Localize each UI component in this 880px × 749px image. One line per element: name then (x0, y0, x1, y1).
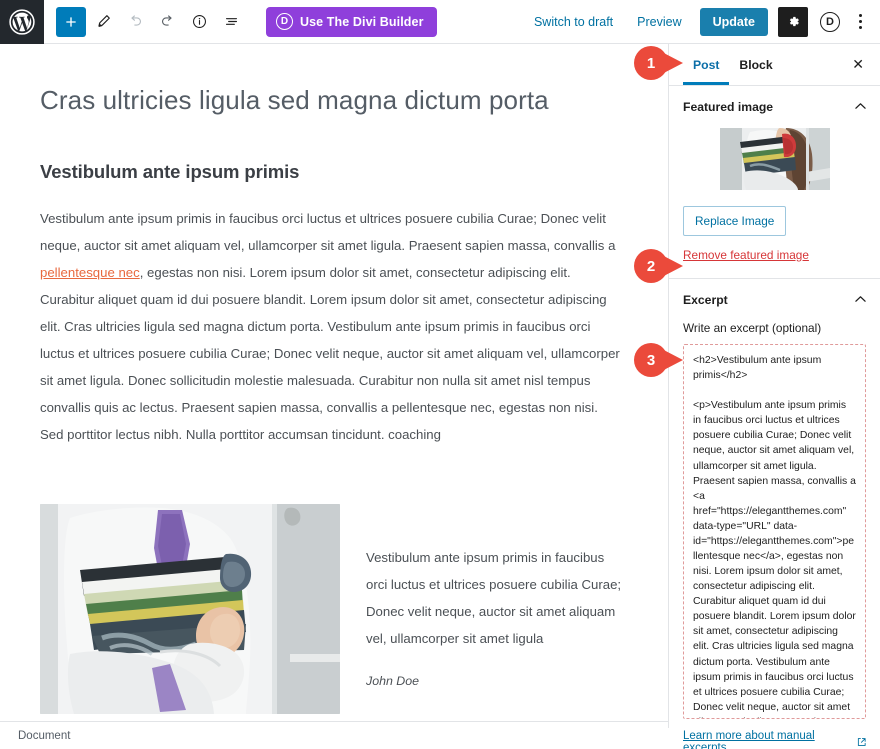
gear-icon (789, 16, 799, 27)
redo-button[interactable] (152, 7, 182, 37)
divi-button-label: Use The Divi Builder (300, 14, 424, 29)
editor-status-bar: Document (0, 721, 668, 749)
external-link-icon (857, 738, 866, 746)
wordpress-logo-icon (9, 8, 35, 35)
breadcrumb[interactable]: Document (18, 730, 70, 742)
list-view-icon (225, 18, 237, 25)
pellentesque-nec-link[interactable]: pellentesque nec (40, 265, 140, 280)
editor-canvas[interactable]: Cras ultricies ligula sed magna dictum p… (0, 44, 668, 728)
media-image[interactable] (40, 504, 340, 715)
wordpress-block-editor: D Use The Divi Builder Switch to draft P… (0, 0, 880, 749)
undo-button[interactable] (120, 7, 150, 37)
divi-toggle-button[interactable]: D (820, 11, 840, 32)
use-divi-builder-button[interactable]: D Use The Divi Builder (266, 6, 437, 37)
student-holding-books-photo (40, 504, 340, 715)
toolbar-left-group: D Use The Divi Builder (44, 6, 437, 37)
replace-image-button[interactable]: Replace Image (683, 206, 787, 236)
callout-bubble: 3 (634, 343, 668, 377)
callout-marker-3: 3 (634, 343, 686, 377)
chevron-up-icon[interactable] (855, 295, 866, 306)
chevron-up-glyph (855, 102, 866, 109)
paragraph-text-part-2: , egestas non nisi. Lorem ipsum dolor si… (40, 264, 620, 442)
more-options-button[interactable] (848, 8, 872, 36)
plus-icon (66, 16, 76, 27)
paragraph-block[interactable]: Vestibulum ante ipsum primis in faucibus… (40, 205, 620, 449)
kebab-dot (858, 14, 862, 17)
wordpress-logo-button[interactable] (0, 0, 44, 44)
info-icon (192, 15, 206, 28)
excerpt-title: Excerpt (683, 293, 728, 307)
featured-image-thumbnail[interactable] (719, 128, 830, 190)
featured-image-title: Featured image (683, 100, 774, 114)
settings-sidebar: Post Block ✕ Featured image Replace Imag… (668, 44, 880, 749)
undo-icon (130, 15, 141, 26)
learn-more-label: Learn more about manual excerpts (683, 730, 815, 749)
heading-block[interactable]: Vestibulum ante ipsum primis (40, 161, 640, 183)
edit-pencil-icon (97, 15, 110, 28)
callout-number: 3 (646, 351, 656, 369)
media-text-content: Vestibulum ante ipsum primis in faucibus… (366, 504, 626, 688)
settings-button[interactable] (778, 6, 808, 37)
callout-bubble: 1 (634, 46, 668, 80)
media-text-citation[interactable]: John Doe (366, 674, 626, 688)
media-text-paragraph[interactable]: Vestibulum ante ipsum primis in faucibus… (366, 544, 626, 652)
chevron-up-glyph (855, 295, 866, 302)
tab-post[interactable]: Post (683, 44, 729, 85)
paragraph-text-part-1: Vestibulum ante ipsum primis in faucibus… (40, 210, 616, 253)
divi-logo-icon: D (276, 13, 293, 30)
add-block-button[interactable] (56, 6, 86, 37)
tab-block[interactable]: Block (729, 44, 782, 85)
learn-more-manual-excerpts-link[interactable]: Learn more about manual excerpts (683, 730, 866, 749)
edit-tools-button[interactable] (88, 7, 118, 37)
kebab-dot (858, 26, 862, 29)
kebab-dot (858, 20, 862, 23)
excerpt-panel-header[interactable]: Excerpt (683, 293, 866, 307)
post-details-button[interactable] (184, 7, 214, 37)
media-text-block[interactable]: Vestibulum ante ipsum primis in faucibus… (40, 504, 640, 715)
sidebar-tabs: Post Block ✕ (669, 44, 880, 86)
post-title[interactable]: Cras ultricies ligula sed magna dictum p… (40, 84, 640, 117)
callout-number: 2 (646, 257, 656, 275)
excerpt-panel: Excerpt Write an excerpt (optional) <h2>… (669, 279, 880, 749)
remove-featured-image-link[interactable]: Remove featured image (683, 248, 866, 262)
callout-marker-1: 1 (634, 46, 686, 80)
switch-to-draft-button[interactable]: Switch to draft (522, 15, 625, 29)
close-sidebar-button[interactable]: ✕ (848, 56, 868, 73)
redo-icon (161, 15, 172, 26)
callout-marker-2: 2 (634, 249, 686, 283)
toolbar-right-group: Switch to draft Preview Update D (522, 6, 880, 37)
chevron-up-icon[interactable] (855, 102, 866, 113)
editor-toolbar: D Use The Divi Builder Switch to draft P… (0, 0, 880, 44)
excerpt-textarea[interactable]: <h2>Vestibulum ante ipsum primis</h2> <p… (683, 344, 866, 719)
update-button[interactable]: Update (699, 7, 768, 36)
featured-image-photo (719, 128, 830, 190)
callout-number: 1 (646, 54, 656, 72)
excerpt-field-label: Write an excerpt (optional) (683, 321, 822, 335)
preview-button[interactable]: Preview (625, 15, 693, 29)
featured-image-panel-header[interactable]: Featured image (683, 100, 866, 114)
callout-bubble: 2 (634, 249, 668, 283)
list-view-button[interactable] (216, 7, 246, 37)
featured-image-panel: Featured image Replace Image Remove feat… (669, 86, 880, 279)
